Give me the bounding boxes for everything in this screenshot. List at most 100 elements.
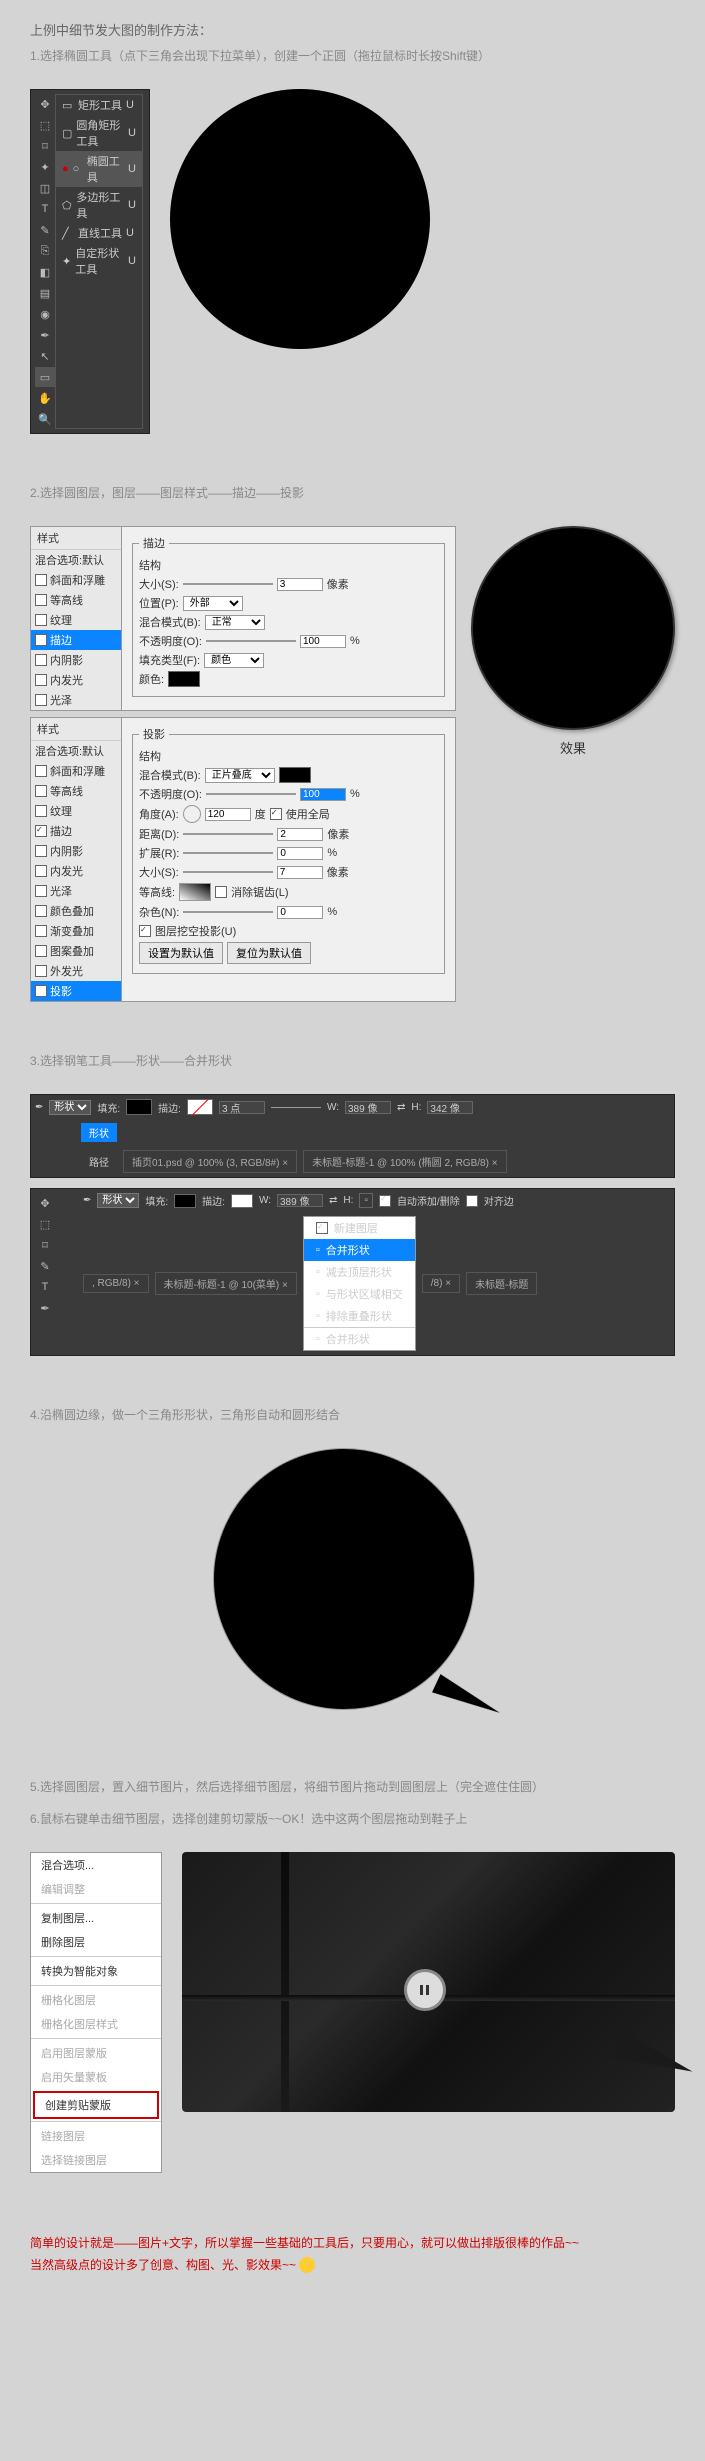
ctx-del[interactable]: 删除图层	[31, 1930, 161, 1954]
w-input[interactable]	[345, 1101, 391, 1114]
fly-roundrect[interactable]: ▢圆角矩形工具U	[56, 115, 142, 151]
step6-text: 6.鼠标右键单击细节图层，选择创建剪切蒙版~~OK！选中这两个图层拖动到鞋子上	[30, 1810, 675, 1827]
pos-select[interactable]: 外部	[183, 596, 243, 611]
color-swatch[interactable]	[168, 671, 200, 687]
side-stroke[interactable]: 描边	[31, 630, 121, 650]
shadow-color[interactable]	[279, 767, 311, 783]
bag-detail-image	[182, 1852, 675, 2112]
merge2[interactable]: ▫合并形状	[304, 1327, 415, 1350]
blend-options[interactable]: 混合选项:默认	[31, 550, 121, 570]
fly-rect[interactable]: ▭矩形工具U	[56, 95, 142, 115]
side-texture[interactable]: 纹理	[31, 610, 121, 630]
side-satin[interactable]: 光泽	[31, 690, 121, 710]
pathop-menu: 新建图层 ▫合并形状 ▫减去顶层形状 ▫与形状区域相交 ▫排除重叠形状 ▫合并形…	[303, 1216, 416, 1351]
pen-icon: ✒	[35, 1102, 43, 1113]
result-circle-stroke	[471, 526, 675, 730]
side-header2: 样式	[31, 718, 121, 741]
angle-dial[interactable]	[183, 805, 201, 823]
reset-btn[interactable]: 复位为默认值	[227, 942, 311, 964]
intersect[interactable]: ▫与形状区域相交	[304, 1283, 415, 1305]
tool-hand[interactable]: ✋	[35, 388, 55, 408]
h-input[interactable]	[427, 1101, 473, 1114]
ctx-blend[interactable]: 混合选项...	[31, 1853, 161, 1877]
size2-input[interactable]	[277, 866, 323, 879]
exclude[interactable]: ▫排除重叠形状	[304, 1305, 415, 1327]
fly-line[interactable]: ╱直线工具U	[56, 223, 142, 243]
mode-shape[interactable]: 形状	[81, 1123, 117, 1142]
step5-text: 5.选择圆图层，置入细节图片，然后选择细节图层，将细节图片拖动到圆图层上（完全遮…	[30, 1778, 675, 1795]
options-bar: ✒ 形状 填充: 描边: W: ⇄ H:	[31, 1095, 674, 1119]
ctx-link: 链接图层	[31, 2124, 161, 2148]
intro-title: 上例中细节发大图的制作方法：	[30, 20, 675, 39]
tool-shape[interactable]: ▭	[35, 367, 55, 387]
blend-select[interactable]: 正常	[205, 615, 265, 630]
tool-move[interactable]: ✥	[35, 94, 55, 114]
fly-custom[interactable]: ✦自定形状工具U	[56, 243, 142, 279]
tool-zoom[interactable]: 🔍	[35, 409, 55, 429]
stroke-panel: 样式 混合选项:默认 斜面和浮雕 等高线 纹理 描边 内阴影 内发光 光泽 描边…	[30, 526, 456, 711]
side-contour[interactable]: 等高线	[31, 590, 121, 610]
tool-crop[interactable]: ◫	[35, 178, 55, 198]
mode-path[interactable]: 路径	[81, 1152, 117, 1171]
side-innerglow[interactable]: 内发光	[31, 670, 121, 690]
merge-shapes[interactable]: ▫合并形状	[304, 1239, 415, 1261]
side-dropshadow[interactable]: 投影	[31, 981, 121, 1001]
ctx-clip-mask[interactable]: 创建剪贴蒙版	[33, 2091, 159, 2119]
noise-input[interactable]	[277, 906, 323, 919]
subtract[interactable]: ▫减去顶层形状	[304, 1261, 415, 1283]
dist-input[interactable]	[277, 828, 323, 841]
new-layer[interactable]: 新建图层	[304, 1217, 415, 1239]
tool-clone[interactable]: ⎘	[35, 241, 55, 261]
fly-ellipse[interactable]: ●○椭圆工具U	[56, 151, 142, 187]
layer-context-menu: 混合选项... 编辑调整 复制图层... 删除图层 转换为智能对象 栅格化图层 …	[30, 1852, 162, 2173]
balloon-shape	[213, 1448, 493, 1728]
stroke-width[interactable]	[219, 1101, 265, 1114]
pathop-btn[interactable]: ▫	[359, 1193, 373, 1208]
tab1[interactable]: 插页01.psd @ 100% (3, RGB/8#) ×	[123, 1150, 297, 1173]
tool-path[interactable]: ↖	[35, 346, 55, 366]
step3-heading: 3.选择钢笔工具——形状——合并形状	[30, 1052, 675, 1069]
bag-button-icon	[404, 1969, 446, 2011]
default-btn[interactable]: 设置为默认值	[139, 942, 223, 964]
tool-lasso[interactable]: ⌑	[35, 136, 55, 156]
opacity-input[interactable]	[300, 635, 346, 648]
tool-col2: ✥ ⬚ ⌑ ✎ T ✒	[31, 1189, 79, 1355]
step1-text: 1.选择椭圆工具（点下三角会出现下拉菜单），创建一个正圆（拖拉鼠标时长按Shif…	[30, 47, 675, 64]
tool-gradient[interactable]: ▤	[35, 283, 55, 303]
angle-input[interactable]	[205, 808, 251, 821]
footer-note: 简单的设计就是——图片+文字，所以掌握一些基础的工具后，只要用心，就可以做出排版…	[0, 2203, 705, 2306]
step2-heading: 2.选择圆图层，图层——图层样式——描边——投影	[30, 484, 675, 501]
size-input[interactable]	[277, 578, 323, 591]
tool-panel: ✥ ⬚ ⌑ ✦ ◫ T ✎ ⎘ ◧ ▤ ◉ ✒ ↖ ▭ ✋ 🔍 ▭矩形工具U ▢…	[30, 89, 150, 434]
ctx-dup[interactable]: 复制图层...	[31, 1906, 161, 1930]
mode-select[interactable]: 形状	[49, 1100, 91, 1115]
smile-icon	[299, 2257, 315, 2273]
ctx-smart[interactable]: 转换为智能对象	[31, 1959, 161, 1983]
fill-swatch[interactable]	[126, 1099, 152, 1115]
ctx-raster-style: 栅格化图层样式	[31, 2012, 161, 2036]
blend-options2[interactable]: 混合选项:默认	[31, 741, 121, 761]
tab2[interactable]: 未标题-标题-1 @ 100% (椭圆 2, RGB/8) ×	[303, 1150, 506, 1173]
shadow-legend: 投影	[139, 726, 169, 742]
tool-marquee[interactable]: ⬚	[35, 115, 55, 135]
fly-polygon[interactable]: ⬠多边形工具U	[56, 187, 142, 223]
tool-wand[interactable]: ✦	[35, 157, 55, 177]
shadow-panel: 样式 混合选项:默认 斜面和浮雕 等高线 纹理 描边 内阴影 内发光 光泽 颜色…	[30, 717, 456, 1002]
side-bevel[interactable]: 斜面和浮雕	[31, 570, 121, 590]
stroke-swatch[interactable]	[187, 1099, 213, 1115]
side-header: 样式	[31, 527, 121, 550]
side-innershadow[interactable]: 内阴影	[31, 650, 121, 670]
contour-picker[interactable]	[179, 883, 211, 901]
tool-brush[interactable]: ✎	[35, 220, 55, 240]
tool-type[interactable]: T	[35, 199, 55, 219]
tool-pen[interactable]: ✒	[35, 325, 55, 345]
tool-blur[interactable]: ◉	[35, 304, 55, 324]
fill-select[interactable]: 颜色	[204, 653, 264, 668]
result-label: 效果	[560, 738, 586, 757]
blend2-select[interactable]: 正片叠底	[205, 768, 275, 783]
opacity2-input[interactable]	[300, 788, 346, 801]
tool-eraser[interactable]: ◧	[35, 262, 55, 282]
spread-input[interactable]	[277, 847, 323, 860]
shape-flyout: ▭矩形工具U ▢圆角矩形工具U ●○椭圆工具U ⬠多边形工具U ╱直线工具U ✦…	[55, 94, 143, 429]
ctx-vmask: 启用矢量蒙板	[31, 2065, 161, 2089]
